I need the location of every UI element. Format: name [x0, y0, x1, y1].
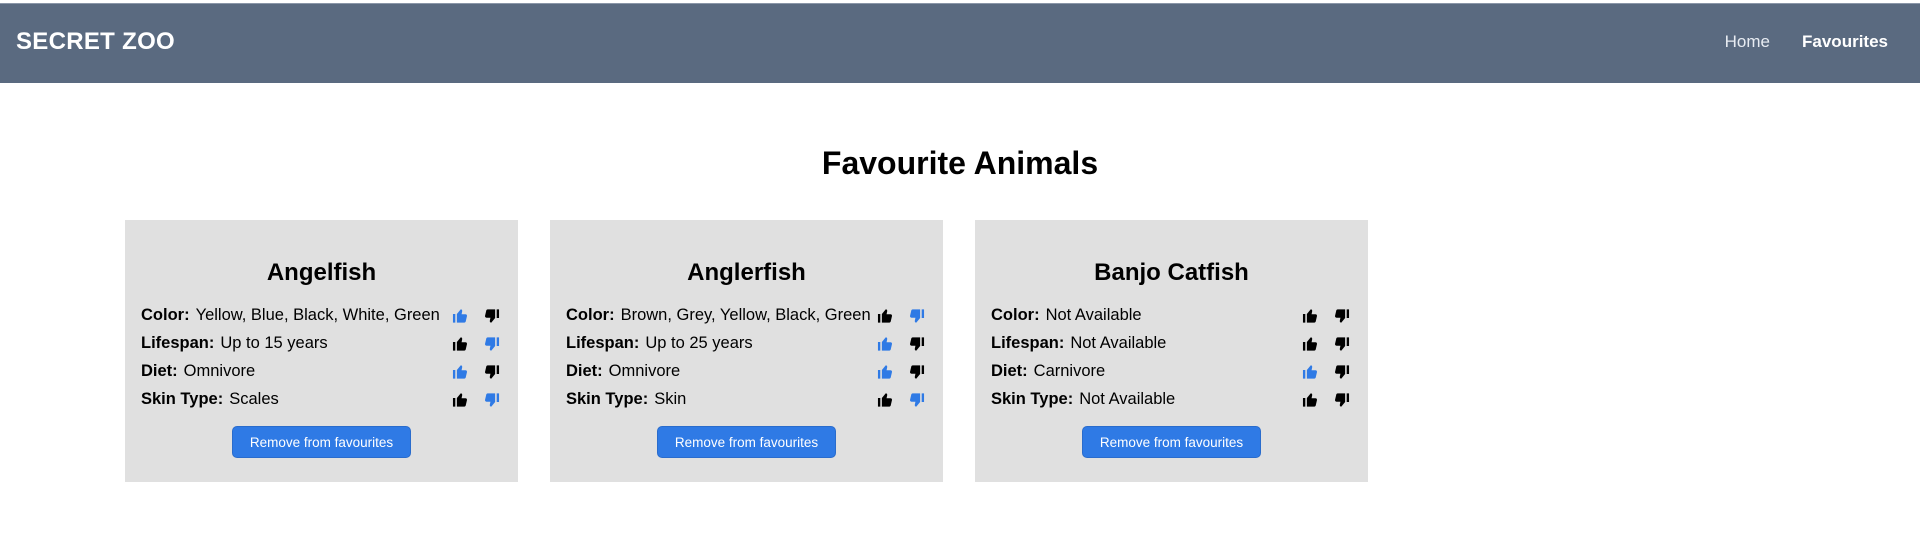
animal-card-banjo-catfish: Banjo Catfish Color: Not Available Lifesp… [975, 220, 1368, 482]
attribute-label: Skin Type: [141, 390, 224, 408]
brand-logo[interactable]: SECRET ZOO [16, 28, 175, 56]
thumbs-down-icon[interactable] [1333, 335, 1351, 353]
animal-card-angelfish: Angelfish Color: Yellow, Blue, Black, Whi… [125, 220, 518, 482]
remove-from-favourites-button[interactable]: Remove from favourites [232, 426, 411, 458]
thumbs-up-icon[interactable] [451, 363, 469, 381]
attribute-label: Diet: [141, 362, 178, 380]
attribute-row-lifespan: Lifespan: Not Available [991, 334, 1351, 356]
attribute-row-lifespan: Lifespan: Up to 25 years [566, 334, 926, 356]
thumbs-up-icon[interactable] [876, 391, 894, 409]
attribute-row-lifespan: Lifespan: Up to 15 years [141, 334, 501, 356]
thumbs-down-icon[interactable] [908, 391, 926, 409]
thumbs-down-icon[interactable] [1333, 363, 1351, 381]
attribute-row-skin-type: Skin Type: Skin [566, 390, 926, 412]
thumbs-up-icon[interactable] [1301, 307, 1319, 325]
attribute-row-diet: Diet: Omnivore [566, 362, 926, 384]
navbar: SECRET ZOO Home Favourites [0, 3, 1920, 83]
attribute-value: Brown, Grey, Yellow, Black, Green [620, 306, 871, 324]
thumbs-down-icon[interactable] [908, 363, 926, 381]
thumbs-up-icon[interactable] [1301, 335, 1319, 353]
attribute-row-color: Color: Not Available [991, 306, 1351, 328]
thumbs-down-icon[interactable] [483, 335, 501, 353]
attribute-value: Not Available [1045, 306, 1142, 324]
attribute-label: Color: [141, 306, 190, 324]
thumbs-up-icon[interactable] [1301, 363, 1319, 381]
attribute-row-skin-type: Skin Type: Scales [141, 390, 501, 412]
card-title: Anglerfish [687, 259, 806, 286]
thumbs-down-icon[interactable] [908, 335, 926, 353]
animal-card-anglerfish: Anglerfish Color: Brown, Grey, Yellow, Bl… [550, 220, 943, 482]
nav-link-home[interactable]: Home [1725, 32, 1770, 52]
thumbs-up-icon[interactable] [451, 335, 469, 353]
attribute-row-skin-type: Skin Type: Not Available [991, 390, 1351, 412]
attribute-value: Omnivore [183, 362, 256, 380]
attribute-value: Not Available [1070, 334, 1167, 352]
thumbs-down-icon[interactable] [1333, 391, 1351, 409]
attribute-value: Up to 25 years [645, 334, 753, 352]
remove-from-favourites-button[interactable]: Remove from favourites [1082, 426, 1261, 458]
attribute-label: Skin Type: [991, 390, 1074, 408]
thumbs-down-icon[interactable] [483, 391, 501, 409]
attribute-label: Skin Type: [566, 390, 649, 408]
attribute-value: Carnivore [1033, 362, 1106, 380]
attribute-value: Skin [654, 390, 687, 408]
attribute-label: Diet: [566, 362, 603, 380]
thumbs-down-icon[interactable] [483, 307, 501, 325]
attribute-row-color: Color: Brown, Grey, Yellow, Black, Green [566, 306, 926, 328]
attribute-label: Lifespan: [991, 334, 1065, 352]
attribute-value: Scales [229, 390, 279, 408]
thumbs-up-icon[interactable] [876, 307, 894, 325]
thumbs-up-icon[interactable] [876, 363, 894, 381]
attribute-label: Lifespan: [566, 334, 640, 352]
attribute-row-color: Color: Yellow, Blue, Black, White, Green [141, 306, 501, 328]
attribute-row-diet: Diet: Omnivore [141, 362, 501, 384]
thumbs-down-icon[interactable] [1333, 307, 1351, 325]
nav-link-favourites[interactable]: Favourites [1802, 32, 1888, 52]
thumbs-up-icon[interactable] [1301, 391, 1319, 409]
thumbs-up-icon[interactable] [451, 307, 469, 325]
page-title: Favourite Animals [821, 145, 1099, 181]
remove-from-favourites-button[interactable]: Remove from favourites [657, 426, 836, 458]
attribute-value: Not Available [1079, 390, 1176, 408]
attribute-label: Color: [991, 306, 1040, 324]
attribute-row-diet: Diet: Carnivore [991, 362, 1351, 384]
thumbs-up-icon[interactable] [876, 335, 894, 353]
attribute-label: Color: [566, 306, 615, 324]
attribute-label: Diet: [991, 362, 1028, 380]
attribute-label: Lifespan: [141, 334, 215, 352]
thumbs-down-icon[interactable] [483, 363, 501, 381]
attribute-value: Omnivore [608, 362, 681, 380]
attribute-value: Yellow, Blue, Black, White, Green [195, 306, 440, 324]
thumbs-down-icon[interactable] [908, 307, 926, 325]
nav-links: Home Favourites [1725, 32, 1888, 52]
attribute-value: Up to 15 years [220, 334, 328, 352]
thumbs-up-icon[interactable] [451, 391, 469, 409]
card-title: Banjo Catfish [1094, 259, 1249, 286]
card-title: Angelfish [266, 259, 377, 286]
